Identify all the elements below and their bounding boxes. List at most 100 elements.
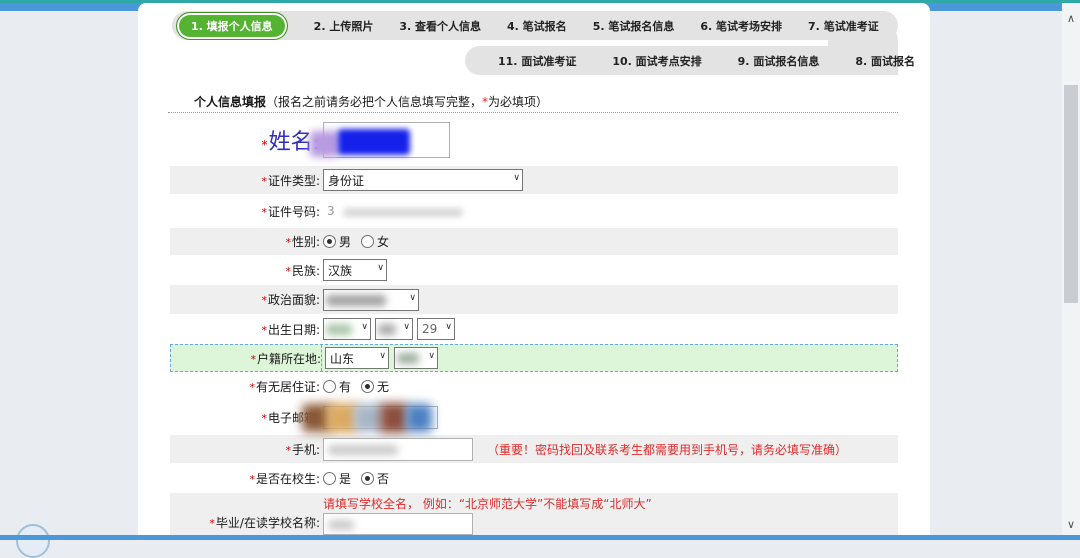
chevron-down-icon: ∨ <box>379 351 386 361</box>
permit-yes-option: 有 <box>339 378 351 395</box>
form-title-note: （报名之前请务必把个人信息填写完整， <box>266 95 482 109</box>
step-tab-3-view-personal-info[interactable]: 3. 查看个人信息 <box>399 18 481 34</box>
form-row-mobile: *手机: （重要！密码找回及联系考生都需要用到手机号，请务必填写准确） <box>170 435 898 463</box>
chevron-down-icon: ∨ <box>377 263 384 273</box>
birth-day-select[interactable]: 29 ∨ <box>417 318 455 340</box>
redaction-blob <box>338 129 410 155</box>
chevron-down-icon: ∨ <box>513 173 520 183</box>
school-label: *毕业/在读学校名称: <box>170 498 320 531</box>
gender-female-option: 女 <box>377 233 389 250</box>
student-no-option: 否 <box>377 470 389 487</box>
school-name-hint: 请填写学校全名， 例如：“北京师范大学”不能填写成“北师大” <box>323 497 652 511</box>
form-row-email: *电子邮箱: <box>170 401 898 434</box>
bottom-accent-bar <box>0 535 1080 540</box>
chevron-down-icon: ∨ <box>409 293 416 303</box>
top-accent-bar <box>0 0 1080 3</box>
name-input[interactable] <box>323 122 450 158</box>
id-number-value: 3 <box>327 204 335 218</box>
permit-no-option: 无 <box>377 378 389 395</box>
ethnic-label: *民族: <box>170 262 320 279</box>
step-tab-11-interview-admission-ticket[interactable]: 11. 面试准考证 <box>498 53 576 69</box>
redaction-blob <box>343 208 463 217</box>
redaction-blob <box>406 404 432 432</box>
gender-male-option: 男 <box>339 233 351 250</box>
step-tab-10-interview-venue[interactable]: 10. 面试考点安排 <box>612 53 701 69</box>
mobile-label: *手机: <box>170 441 320 458</box>
gender-label: *性别: <box>170 233 320 250</box>
main-content-card: 1. 填报个人信息 2. 上传照片 3. 查看个人信息 4. 笔试报名 5. 笔… <box>138 3 930 535</box>
form-row-name: *姓名: <box>170 115 898 165</box>
redaction-blob <box>380 403 408 433</box>
id-type-label: *证件类型: <box>170 172 320 189</box>
mobile-warning-note: （重要！密码找回及联系考生都需要用到手机号，请务必填写准确） <box>487 441 847 458</box>
personal-info-form: *姓名: *证件类型: 身份证 ∨ <box>170 115 898 535</box>
birth-month-select[interactable]: ∨ <box>375 318 413 340</box>
gender-male-radio[interactable] <box>323 235 336 248</box>
step-tab-8-interview-signup[interactable]: 8. 面试报名 <box>855 53 915 69</box>
permit-yes-radio[interactable] <box>323 380 336 393</box>
step-tab-7-written-admission-ticket[interactable]: 7. 笔试准考证 <box>808 18 879 34</box>
form-row-residence: *户籍所在地: 山东 ∨ ∨ <box>170 344 898 372</box>
chevron-down-icon: ∨ <box>403 322 410 332</box>
chevron-down-icon: ∨ <box>428 351 435 361</box>
form-row-school: *毕业/在读学校名称: 请填写学校全名， 例如：“北京师范大学”不能填写成“北师… <box>170 493 898 535</box>
step-tabs-row1: 1. 填报个人信息 2. 上传照片 3. 查看个人信息 4. 笔试报名 5. 笔… <box>176 11 879 40</box>
form-row-ethnic: *民族: 汉族 ∨ <box>170 256 898 284</box>
political-select[interactable]: ∨ <box>323 289 419 311</box>
birth-date-label: *出生日期: <box>170 321 320 338</box>
form-row-id-number: *证件号码: 3 <box>170 195 898 227</box>
scroll-up-icon[interactable]: ∧ <box>1062 9 1080 29</box>
floating-widget-circle[interactable] <box>16 524 50 558</box>
ethnic-select[interactable]: 汉族 ∨ <box>323 259 387 281</box>
name-label: *姓名: <box>170 124 320 156</box>
form-row-gender: *性别: 男 女 <box>170 228 898 255</box>
redaction-blob <box>328 445 398 455</box>
chevron-down-icon: ∨ <box>445 322 452 332</box>
step-tab-1-fill-personal-info[interactable]: 1. 填报个人信息 <box>176 12 288 40</box>
redaction-blob <box>397 353 419 364</box>
redaction-blob <box>328 520 354 530</box>
step-tab-6-written-exam-venue[interactable]: 6. 笔试考场安排 <box>700 18 782 34</box>
step-tab-4-written-exam-signup[interactable]: 4. 笔试报名 <box>507 18 567 34</box>
residence-permit-label: *有无居住证: <box>170 378 320 395</box>
residence-label: *户籍所在地: <box>171 350 321 367</box>
step-tabs-row2: 11. 面试准考证 10. 面试考点安排 9. 面试报名信息 8. 面试报名 <box>498 46 915 75</box>
page-scrollbar[interactable]: ∧ ∨ <box>1062 3 1080 535</box>
email-input[interactable] <box>323 406 438 429</box>
id-number-label: *证件号码: <box>170 203 320 220</box>
form-row-birth-date: *出生日期: ∨ ∨ 29 ∨ <box>170 315 898 343</box>
redaction-blob <box>378 324 396 335</box>
residence-province-select[interactable]: 山东 ∨ <box>325 347 389 369</box>
political-label: *政治面貌: <box>170 291 320 308</box>
student-yes-radio[interactable] <box>323 472 336 485</box>
form-title: 个人信息填报（报名之前请务必把个人信息填写完整，*为必填项） <box>194 93 548 110</box>
residence-city-select[interactable]: ∨ <box>394 347 438 369</box>
student-yes-option: 是 <box>339 470 351 487</box>
form-row-political: *政治面貌: ∨ <box>170 285 898 314</box>
form-title-main: 个人信息填报 <box>194 95 266 109</box>
form-title-note-end: 为必填项） <box>488 95 548 109</box>
form-row-is-student: *是否在校生: 是 否 <box>170 464 898 492</box>
required-star: * <box>262 138 268 152</box>
form-row-residence-permit: *有无居住证: 有 无 <box>170 373 898 400</box>
scroll-down-icon[interactable]: ∨ <box>1062 515 1080 535</box>
form-row-id-type: *证件类型: 身份证 ∨ <box>170 166 898 194</box>
step-tab-2-upload-photo[interactable]: 2. 上传照片 <box>314 18 374 34</box>
mobile-input[interactable] <box>323 438 473 461</box>
email-label: *电子邮箱: <box>170 409 320 426</box>
redaction-blob <box>326 295 386 306</box>
chevron-down-icon: ∨ <box>361 322 368 332</box>
birth-year-select[interactable]: ∨ <box>323 318 371 340</box>
gender-female-radio[interactable] <box>361 235 374 248</box>
step-tab-5-written-exam-info[interactable]: 5. 笔试报名信息 <box>593 18 675 34</box>
student-no-radio[interactable] <box>361 472 374 485</box>
redaction-blob <box>326 324 352 335</box>
step-tab-9-interview-signup-info[interactable]: 9. 面试报名信息 <box>738 53 820 69</box>
id-type-select[interactable]: 身份证 ∨ <box>323 169 523 191</box>
redaction-blob <box>310 131 340 157</box>
is-student-label: *是否在校生: <box>170 470 320 487</box>
scrollbar-thumb[interactable] <box>1064 85 1078 303</box>
school-name-input[interactable] <box>323 513 473 535</box>
dotted-separator <box>168 112 898 113</box>
permit-no-radio[interactable] <box>361 380 374 393</box>
